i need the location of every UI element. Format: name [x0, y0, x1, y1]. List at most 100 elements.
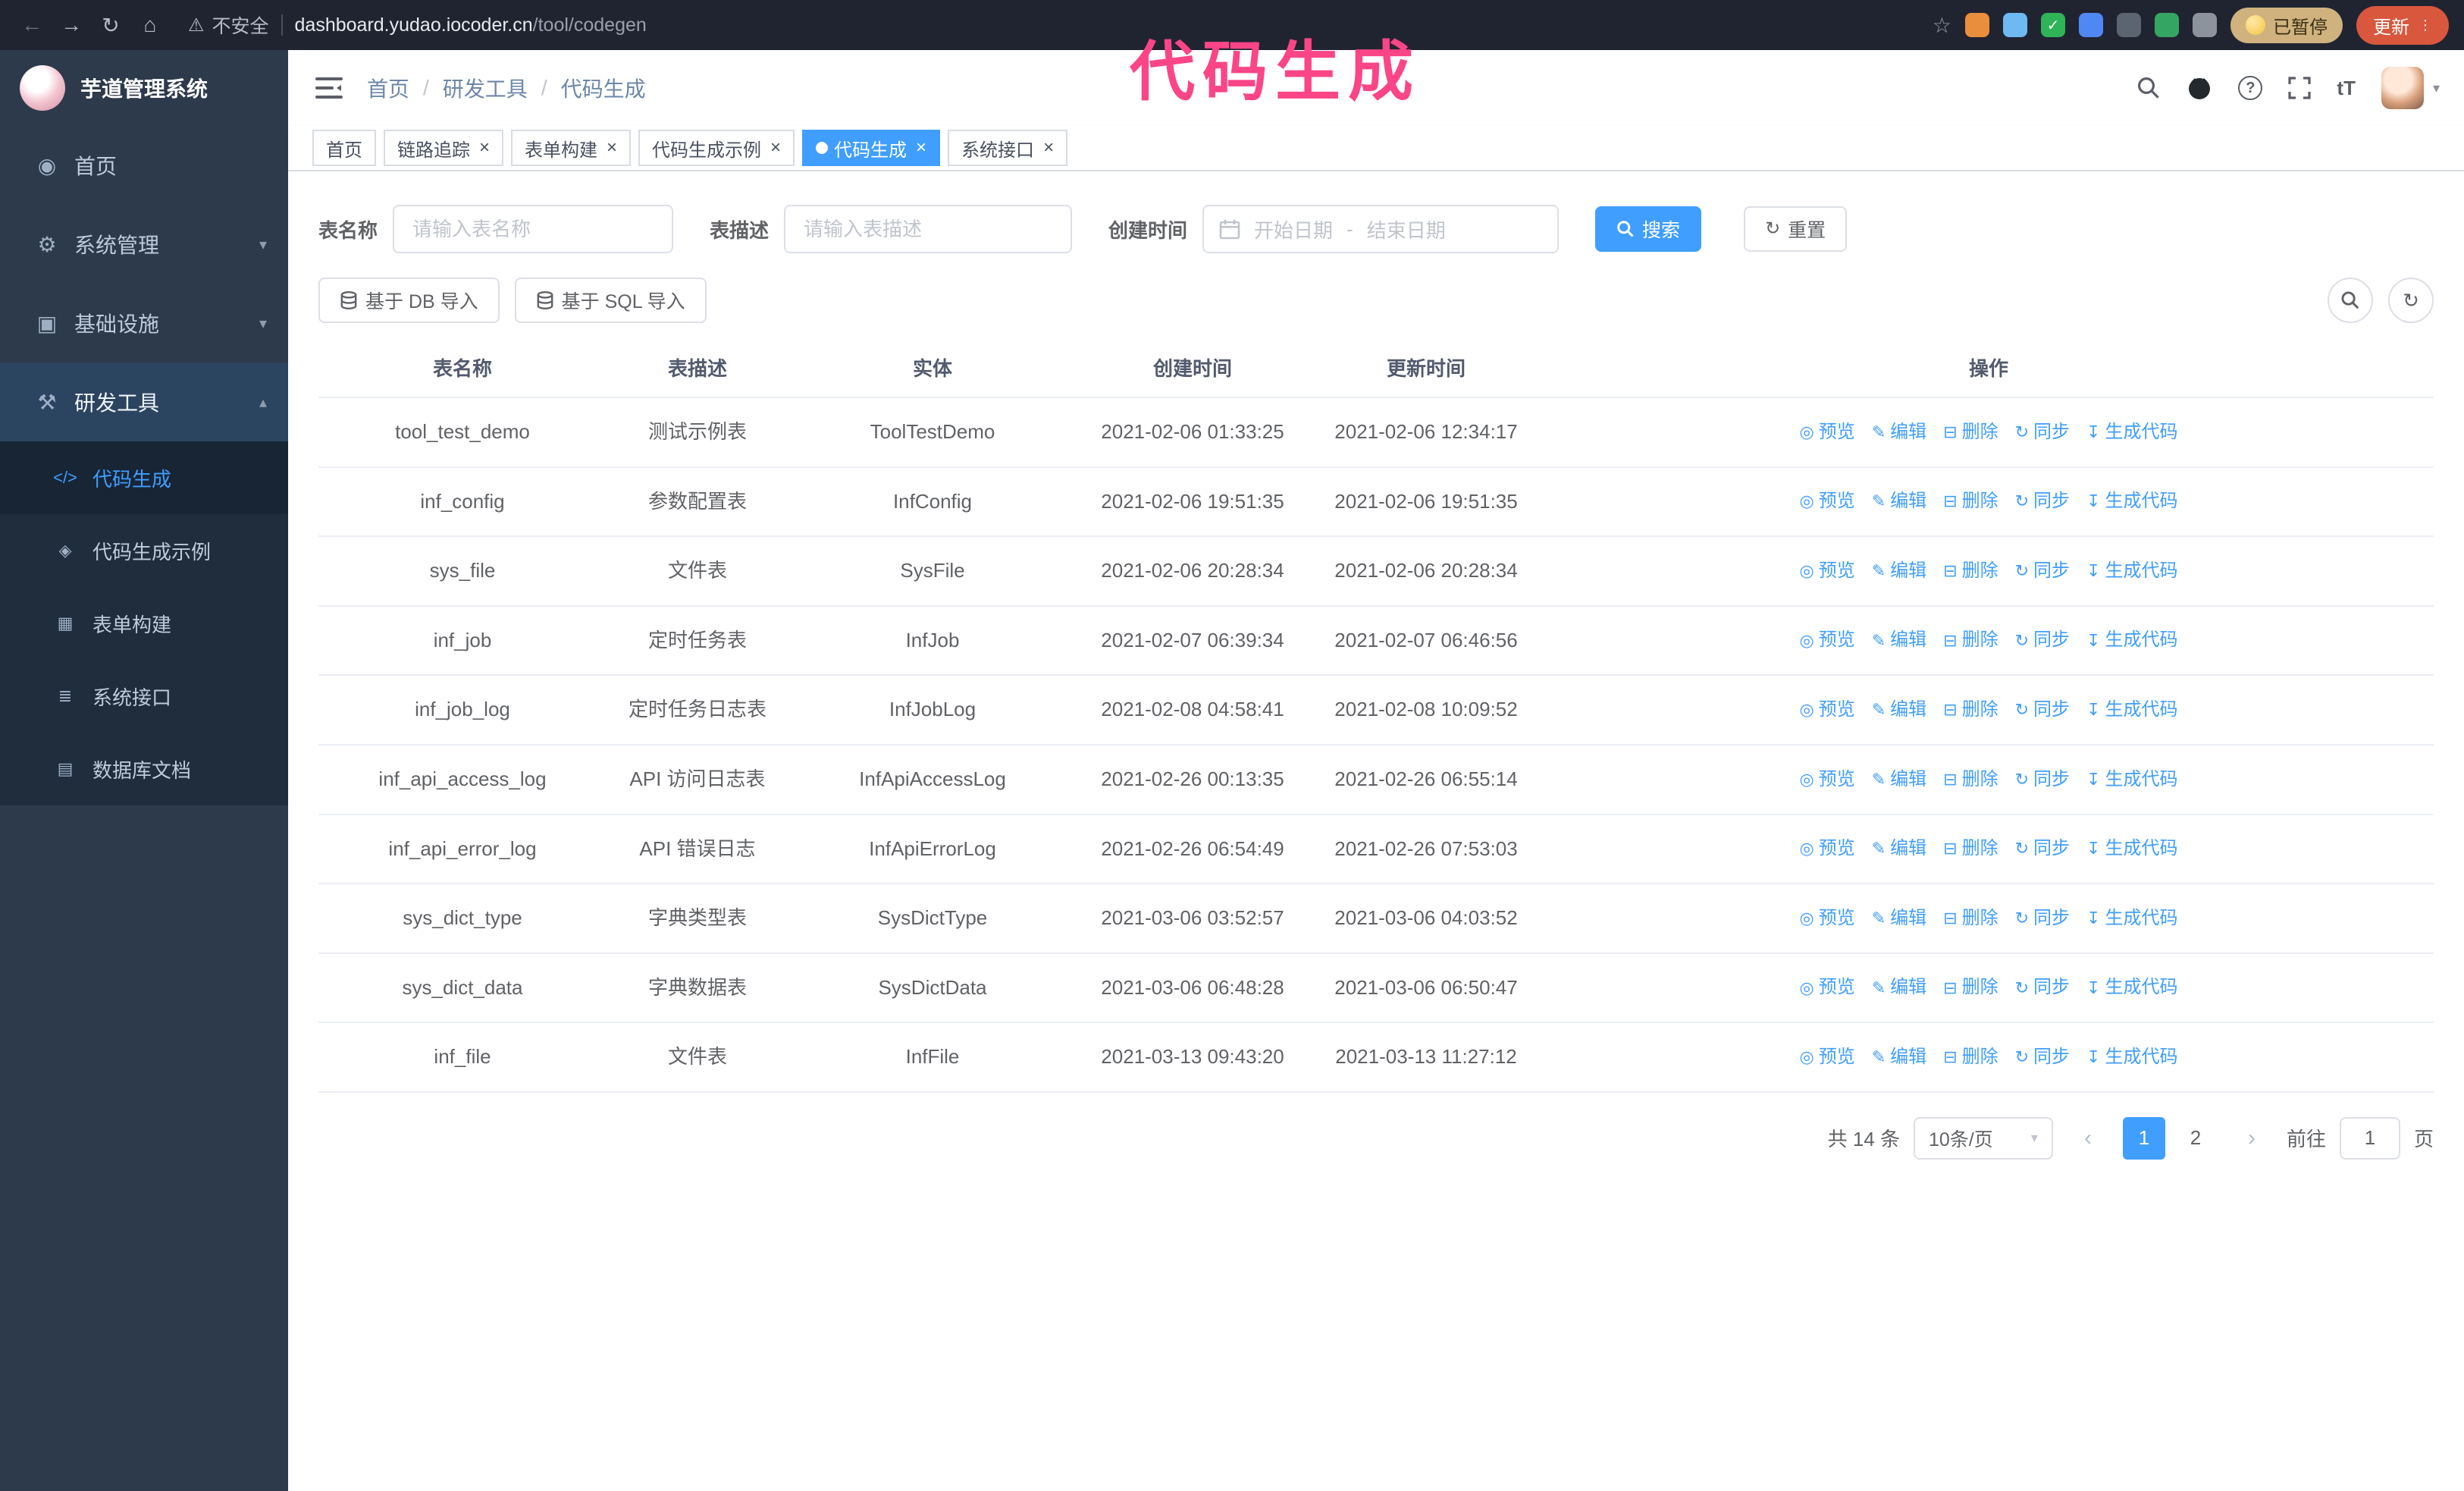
action-delete[interactable]: ⊟ 删除: [1943, 557, 1998, 585]
breadcrumb-item[interactable]: 研发工具: [443, 73, 528, 103]
import-db-button[interactable]: 基于 DB 导入: [318, 278, 500, 323]
action-preview[interactable]: ◎ 预览: [1800, 1043, 1855, 1072]
action-preview[interactable]: ◎ 预览: [1800, 973, 1855, 1002]
sidebar-item-system[interactable]: ⚙ 系统管理 ▾: [0, 205, 288, 284]
action-delete[interactable]: ⊟ 删除: [1943, 973, 1998, 1002]
action-generate[interactable]: ↧ 生成代码: [2086, 973, 2177, 1002]
action-edit[interactable]: ✎ 编辑: [1872, 834, 1926, 863]
sidebar-item-home[interactable]: ◉ 首页: [0, 126, 288, 205]
user-menu[interactable]: ▾: [2381, 67, 2440, 109]
action-edit[interactable]: ✎ 编辑: [1872, 557, 1926, 585]
puzzle-extension-icon[interactable]: [2193, 13, 2217, 37]
tab-首页[interactable]: 首页: [312, 130, 376, 166]
action-sync[interactable]: ↻ 同步: [2015, 834, 2070, 863]
page-size-select[interactable]: 10条/页 ▾: [1913, 1116, 2053, 1160]
action-edit[interactable]: ✎ 编辑: [1872, 765, 1926, 794]
people-extension-icon[interactable]: [2079, 13, 2103, 37]
action-preview[interactable]: ◎ 预览: [1800, 418, 1855, 447]
tab-代码生成[interactable]: 代码生成 ×: [802, 130, 941, 166]
home-icon[interactable]: ⌂: [133, 8, 167, 42]
action-sync[interactable]: ↻ 同步: [2015, 904, 2070, 933]
action-edit[interactable]: ✎ 编辑: [1872, 626, 1926, 654]
action-sync[interactable]: ↻ 同步: [2015, 487, 2070, 516]
card-extension-icon[interactable]: [2117, 13, 2141, 37]
next-page-button[interactable]: ›: [2230, 1116, 2273, 1160]
update-button[interactable]: 更新 ⋮: [2356, 5, 2449, 45]
toggle-search-button[interactable]: [2328, 278, 2373, 323]
action-edit[interactable]: ✎ 编辑: [1872, 695, 1926, 724]
action-sync[interactable]: ↻ 同步: [2015, 557, 2070, 585]
bookmark-star-icon[interactable]: ☆: [1933, 13, 1951, 38]
action-sync[interactable]: ↻ 同步: [2015, 765, 2070, 794]
action-delete[interactable]: ⊟ 删除: [1943, 487, 1998, 516]
page-number[interactable]: 1: [2122, 1116, 2165, 1160]
action-generate[interactable]: ↧ 生成代码: [2086, 1043, 2177, 1072]
action-preview[interactable]: ◎ 预览: [1800, 904, 1855, 933]
action-preview[interactable]: ◎ 预览: [1800, 626, 1855, 654]
action-generate[interactable]: ↧ 生成代码: [2086, 904, 2177, 933]
action-edit[interactable]: ✎ 编辑: [1872, 973, 1926, 1002]
import-sql-button[interactable]: 基于 SQL 导入: [514, 278, 707, 323]
action-preview[interactable]: ◎ 预览: [1800, 834, 1855, 863]
action-generate[interactable]: ↧ 生成代码: [2086, 695, 2177, 724]
back-icon[interactable]: ←: [15, 8, 49, 42]
action-generate[interactable]: ↧ 生成代码: [2086, 418, 2177, 447]
action-delete[interactable]: ⊟ 删除: [1943, 626, 1998, 654]
github-icon[interactable]: [2187, 75, 2212, 101]
action-generate[interactable]: ↧ 生成代码: [2086, 487, 2177, 516]
forward-icon[interactable]: →: [55, 8, 88, 42]
prev-page-button[interactable]: ‹: [2066, 1116, 2109, 1160]
check-extension-icon[interactable]: ✓: [2041, 13, 2065, 37]
reset-button[interactable]: ↻ 重置: [1744, 206, 1848, 252]
sidebar-logo-row[interactable]: 芋道管理系统: [0, 50, 288, 126]
date-range-picker[interactable]: 开始日期 - 结束日期: [1202, 205, 1560, 253]
action-generate[interactable]: ↧ 生成代码: [2086, 557, 2177, 585]
action-edit[interactable]: ✎ 编辑: [1872, 418, 1926, 447]
breadcrumb-item[interactable]: 首页: [367, 73, 409, 103]
tab-close-icon[interactable]: ×: [1043, 139, 1054, 157]
tab-表单构建[interactable]: 表单构建 ×: [511, 130, 632, 166]
help-icon[interactable]: ?: [2238, 76, 2263, 100]
reload-icon[interactable]: ↻: [94, 8, 127, 42]
drop-extension-icon[interactable]: [2003, 13, 2027, 37]
action-sync[interactable]: ↻ 同步: [2015, 973, 2070, 1002]
action-preview[interactable]: ◎ 预览: [1800, 765, 1855, 794]
action-preview[interactable]: ◎ 预览: [1800, 487, 1855, 516]
action-preview[interactable]: ◎ 预览: [1800, 557, 1855, 585]
action-delete[interactable]: ⊟ 删除: [1943, 765, 1998, 794]
search-icon[interactable]: [2136, 76, 2161, 100]
tab-系统接口[interactable]: 系统接口 ×: [948, 130, 1068, 166]
action-delete[interactable]: ⊟ 删除: [1943, 418, 1998, 447]
action-edit[interactable]: ✎ 编辑: [1872, 1043, 1926, 1072]
sidebar-item-infra[interactable]: ▣ 基础设施 ▾: [0, 284, 288, 363]
fullscreen-icon[interactable]: [2288, 77, 2312, 99]
action-generate[interactable]: ↧ 生成代码: [2086, 834, 2177, 863]
fox-extension-icon[interactable]: [1965, 13, 1989, 37]
action-delete[interactable]: ⊟ 删除: [1943, 1043, 1998, 1072]
table-name-input[interactable]: [393, 205, 674, 253]
tab-close-icon[interactable]: ×: [916, 139, 926, 157]
action-delete[interactable]: ⊟ 删除: [1943, 834, 1998, 863]
sidebar-subitem-codegen-example[interactable]: ◈ 代码生成示例: [0, 514, 288, 587]
action-generate[interactable]: ↧ 生成代码: [2086, 626, 2177, 654]
address-bar[interactable]: ⚠ 不安全 dashboard.yudao.iocoder.cn/tool/co…: [173, 11, 1926, 39]
sidebar-item-devtools[interactable]: ⚒ 研发工具 ▴: [0, 363, 288, 441]
sidebar-subitem-codegen[interactable]: </> 代码生成: [0, 441, 288, 514]
page-number[interactable]: 2: [2174, 1116, 2217, 1160]
leaf-extension-icon[interactable]: [2155, 13, 2179, 37]
tab-close-icon[interactable]: ×: [770, 139, 781, 157]
action-generate[interactable]: ↧ 生成代码: [2086, 765, 2177, 794]
sidebar-subitem-form-builder[interactable]: ▦ 表单构建: [0, 587, 288, 660]
action-preview[interactable]: ◎ 预览: [1800, 695, 1855, 724]
security-warning[interactable]: ⚠ 不安全: [188, 11, 269, 39]
tab-close-icon[interactable]: ×: [607, 139, 617, 157]
font-size-icon[interactable]: tT: [2337, 77, 2356, 100]
tab-代码生成示例[interactable]: 代码生成示例 ×: [638, 130, 795, 166]
tab-close-icon[interactable]: ×: [479, 139, 490, 157]
refresh-button[interactable]: ↻: [2388, 278, 2434, 323]
hamburger-icon[interactable]: [312, 71, 346, 105]
tab-链路追踪[interactable]: 链路追踪 ×: [384, 130, 504, 166]
action-delete[interactable]: ⊟ 删除: [1943, 904, 1998, 933]
action-edit[interactable]: ✎ 编辑: [1872, 904, 1926, 933]
action-sync[interactable]: ↻ 同步: [2015, 626, 2070, 654]
